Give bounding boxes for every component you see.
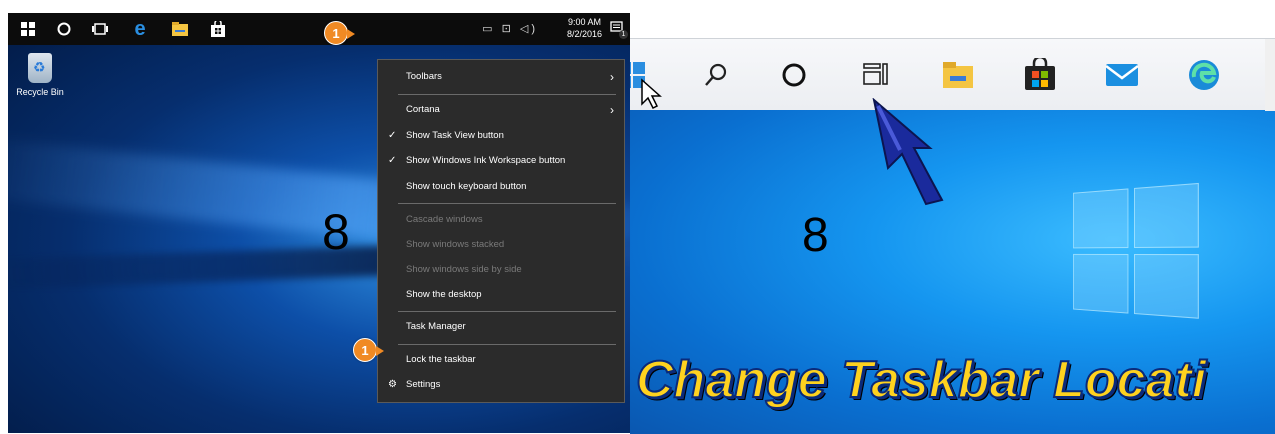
- menu-item-task-manager[interactable]: Task Manager: [378, 317, 624, 337]
- search-icon[interactable]: [698, 57, 734, 93]
- taskbar[interactable]: e ▭ ⊡ ◁) 9:00 AM 8/2/2016 1: [8, 13, 630, 45]
- menu-separator: [398, 311, 616, 312]
- mouse-cursor-icon: [641, 78, 662, 110]
- taskbar-edge: [1265, 39, 1275, 111]
- clock[interactable]: 9:00 AM 8/2/2016: [567, 16, 602, 40]
- file-explorer-icon[interactable]: [170, 19, 190, 39]
- menu-item-show-task-view[interactable]: ✓ Show Task View button: [378, 126, 624, 146]
- battery-icon[interactable]: ▭: [482, 23, 495, 35]
- recycle-bin-icon: [28, 53, 52, 83]
- taskbar[interactable]: [630, 38, 1275, 111]
- taskbar-context-menu[interactable]: Toolbars › Cortana › ✓ Show Task View bu…: [377, 59, 625, 403]
- left-screenshot: e ▭ ⊡ ◁) 9:00 AM 8/2/2016 1 1 Recycle Bi…: [8, 13, 630, 433]
- notification-count: 1: [619, 30, 628, 39]
- file-explorer-icon[interactable]: [940, 57, 976, 93]
- menu-item-windows-stacked: Show windows stacked: [378, 235, 624, 255]
- title-banner: Change Taskbar Locati: [635, 350, 1207, 410]
- menu-separator: [398, 344, 616, 345]
- menu-item-toolbars[interactable]: Toolbars ›: [378, 67, 624, 87]
- menu-item-label: Show windows side by side: [406, 264, 522, 275]
- action-center-icon[interactable]: 1: [610, 21, 628, 39]
- recycle-bin[interactable]: Recycle Bin: [14, 53, 66, 97]
- cortana-circle-icon[interactable]: [54, 19, 74, 39]
- clock-date: 8/2/2016: [566, 29, 602, 39]
- menu-item-label: Show the desktop: [406, 289, 482, 300]
- task-view-icon[interactable]: [858, 57, 894, 93]
- mail-icon[interactable]: [1104, 57, 1140, 93]
- menu-item-show-desktop[interactable]: Show the desktop: [378, 285, 624, 305]
- clock-time: 9:00 AM: [567, 17, 601, 27]
- check-icon: ✓: [388, 155, 397, 166]
- network-icon[interactable]: ⊡: [502, 23, 514, 35]
- step-badge: 1: [324, 21, 355, 45]
- cortana-circle-icon[interactable]: [776, 57, 812, 93]
- chevron-right-icon: ›: [610, 103, 614, 117]
- menu-item-lock-taskbar[interactable]: Lock the taskbar: [378, 350, 624, 370]
- edge-icon[interactable]: e: [130, 18, 150, 40]
- menu-item-show-ink-workspace[interactable]: ✓ Show Windows Ink Workspace button: [378, 151, 624, 171]
- check-icon: ✓: [388, 130, 397, 141]
- windows-icon[interactable]: [18, 19, 38, 39]
- volume-icon[interactable]: ◁): [520, 23, 538, 35]
- store-icon[interactable]: [208, 19, 228, 39]
- menu-item-cascade-windows: Cascade windows: [378, 210, 624, 230]
- step-badge: 1: [353, 338, 384, 362]
- menu-separator: [398, 94, 616, 95]
- menu-item-side-by-side: Show windows side by side: [378, 260, 624, 280]
- menu-item-label: Cortana: [406, 104, 440, 115]
- menu-item-label: Show windows stacked: [406, 239, 505, 250]
- overlay-number: 8: [322, 204, 350, 260]
- recycle-bin-label: Recycle Bin: [16, 87, 64, 97]
- store-icon[interactable]: [1022, 57, 1058, 93]
- menu-item-label: Toolbars: [406, 71, 442, 82]
- right-screenshot: 8 Change Taskbar Locati: [630, 38, 1275, 434]
- menu-item-label: Lock the taskbar: [406, 354, 476, 365]
- task-view-icon[interactable]: [90, 19, 110, 39]
- edge-icon[interactable]: [1186, 57, 1222, 93]
- menu-item-label: Task Manager: [406, 321, 466, 332]
- menu-item-settings[interactable]: ⚙ Settings: [378, 375, 624, 395]
- menu-item-label: Cascade windows: [406, 214, 483, 225]
- menu-item-label: Show touch keyboard button: [406, 181, 527, 192]
- windows-logo-wallpaper: [1073, 182, 1205, 323]
- chevron-right-icon: ›: [610, 70, 614, 84]
- menu-separator: [398, 203, 616, 204]
- overlay-number: 8: [802, 209, 829, 262]
- system-tray[interactable]: ▭ ⊡ ◁): [482, 22, 538, 35]
- pointer-arrow-icon: [872, 98, 944, 206]
- menu-item-label: Show Task View button: [406, 130, 504, 141]
- menu-item-label: Settings: [406, 379, 441, 390]
- menu-item-show-touch-keyboard[interactable]: Show touch keyboard button: [378, 177, 624, 197]
- menu-item-cortana[interactable]: Cortana ›: [378, 100, 624, 120]
- menu-item-label: Show Windows Ink Workspace button: [406, 155, 566, 166]
- gear-icon: ⚙: [388, 379, 397, 390]
